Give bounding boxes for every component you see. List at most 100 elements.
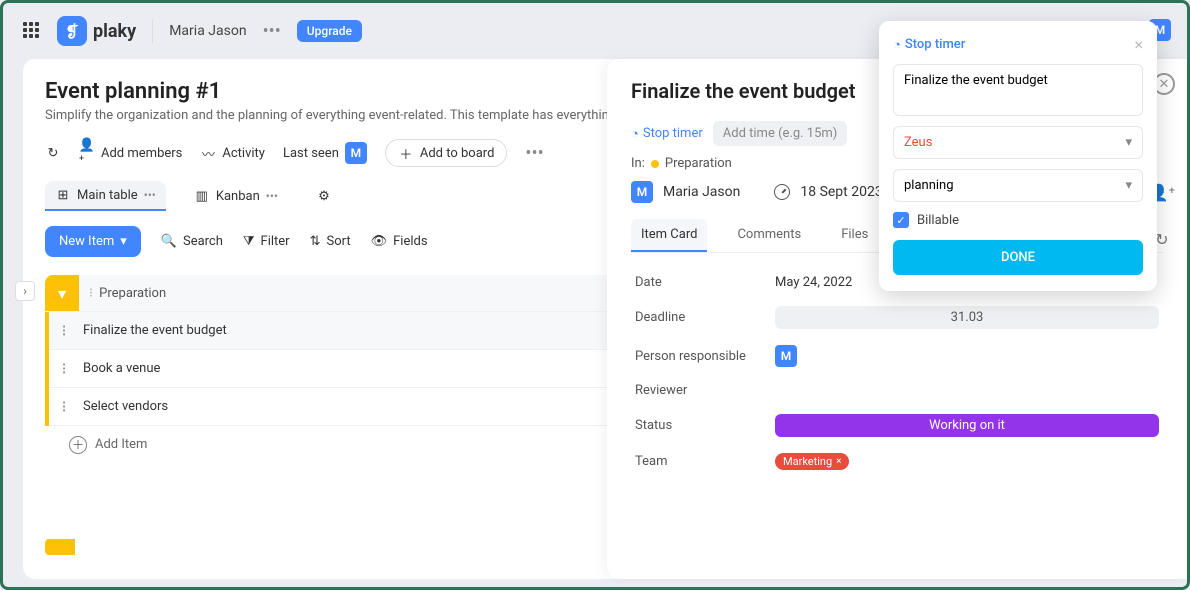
add-item-label: Add Item <box>95 437 147 452</box>
refresh-icon: ↻ <box>45 145 61 161</box>
automation-button[interactable]: ↻ <box>45 145 61 161</box>
drag-icon: ⁝ <box>89 286 93 301</box>
remove-icon[interactable]: × <box>836 456 841 467</box>
task-field[interactable]: Finalize the event budget <box>893 64 1143 116</box>
avatar: M <box>345 142 367 164</box>
view-kanban[interactable]: ▥ Kanban ••• <box>184 182 288 210</box>
assignee-name: Maria Jason <box>663 184 740 200</box>
checkbox-icon: ✓ <box>893 212 909 228</box>
kanban-icon: ▥ <box>194 188 210 204</box>
add-to-board-button[interactable]: ＋ Add to board <box>385 139 508 167</box>
tab-files[interactable]: Files <box>831 219 878 252</box>
view-main-label: Main table <box>77 188 138 203</box>
billable-label: Billable <box>917 213 959 228</box>
sort-button[interactable]: ⇅ Sort <box>310 234 351 249</box>
timer-icon: ◔ <box>631 126 639 142</box>
search-icon: 🔍 <box>161 234 177 249</box>
more-icon[interactable]: ••• <box>144 188 156 202</box>
filter-icon: ⧩ <box>243 234 255 249</box>
last-seen-label: Last seen <box>283 146 339 161</box>
prop-deadline: Deadline 31.03 <box>631 298 1163 337</box>
new-item-label: New Item <box>59 234 114 249</box>
avatar: M <box>775 345 797 367</box>
prop-value[interactable]: Marketing× <box>775 453 1159 470</box>
logo-text: plaky <box>93 21 136 42</box>
upgrade-button[interactable]: Upgrade <box>297 20 362 42</box>
filter-button[interactable]: ⧩ Filter <box>243 234 290 249</box>
drag-icon[interactable]: ⁝ <box>49 359 79 378</box>
popover-title: ◔Stop timer <box>893 37 965 53</box>
prop-team: Team Marketing× <box>631 445 1163 478</box>
activity-button[interactable]: 〰 Activity <box>200 145 265 161</box>
prop-label: Team <box>635 454 775 469</box>
new-item-button[interactable]: New Item ▾ <box>45 226 141 257</box>
tag-select[interactable]: planning▾ <box>893 169 1143 202</box>
drag-icon[interactable]: ⁝ <box>49 321 79 340</box>
plus-circle-icon: ＋ <box>69 436 87 454</box>
search-label: Search <box>183 234 223 249</box>
prop-label: Status <box>635 418 775 433</box>
sort-icon: ⇅ <box>310 234 321 249</box>
add-members-label: Add members <box>101 146 182 161</box>
logo[interactable]: ❡ plaky <box>57 16 136 46</box>
prop-label: Reviewer <box>635 383 775 398</box>
prop-person: Person responsible M <box>631 337 1163 375</box>
add-to-board-label: Add to board <box>420 146 495 161</box>
in-value: Preparation <box>665 156 732 171</box>
add-time-button[interactable]: Add time (e.g. 15m) <box>713 121 848 146</box>
timer-icon: ◔ <box>893 37 901 53</box>
table-icon: ⊞ <box>55 187 71 203</box>
prop-label: Date <box>635 275 775 290</box>
activity-icon: 〰 <box>200 145 216 161</box>
filter-label: Filter <box>261 234 290 249</box>
fields-button[interactable]: 👁 Fields <box>371 234 428 249</box>
search-button[interactable]: 🔍 Search <box>161 234 223 249</box>
chevron-down-icon: ▾ <box>120 234 127 249</box>
person-add-icon: 👤⁺ <box>79 145 95 161</box>
gear-icon: ⚙ <box>316 188 332 204</box>
chevron-down-icon: ▾ <box>1125 178 1132 193</box>
sort-label: Sort <box>326 234 350 249</box>
eye-icon: 👁 <box>371 234 388 249</box>
tab-comments[interactable]: Comments <box>727 219 811 252</box>
apps-icon[interactable] <box>23 22 41 40</box>
group-dot <box>651 160 659 168</box>
more-icon[interactable]: ••• <box>263 21 281 42</box>
view-settings[interactable]: ⚙ <box>306 182 342 210</box>
fields-label: Fields <box>393 234 427 249</box>
prop-label: Person responsible <box>635 349 775 364</box>
group-toggle[interactable]: ▾ <box>45 275 79 311</box>
prop-reviewer: Reviewer <box>631 375 1163 406</box>
divider <box>152 19 153 43</box>
prop-status: Status Working on it <box>631 406 1163 445</box>
add-members-button[interactable]: 👤⁺ Add members <box>79 145 182 161</box>
tab-item-card[interactable]: Item Card <box>631 219 707 252</box>
timer-popover: ◔Stop timer × Finalize the event budget … <box>879 21 1157 291</box>
avatar[interactable]: M <box>631 181 653 203</box>
team-badge: Marketing× <box>775 453 849 470</box>
more-icon[interactable]: ••• <box>266 189 278 203</box>
activity-label: Activity <box>222 146 265 161</box>
project-select[interactable]: Zeus▾ <box>893 126 1143 159</box>
more-icon[interactable]: ••• <box>525 143 543 164</box>
chevron-down-icon: ▾ <box>1125 135 1132 150</box>
status-badge[interactable]: Working on it <box>775 414 1159 437</box>
prop-value[interactable]: M <box>775 345 1159 367</box>
current-user[interactable]: Maria Jason <box>169 23 246 39</box>
refresh-icon[interactable]: ↻ <box>1155 230 1168 249</box>
view-kanban-label: Kanban <box>216 189 260 204</box>
collapse-button[interactable]: › <box>15 281 35 301</box>
prop-label: Deadline <box>635 310 775 325</box>
last-seen[interactable]: Last seen M <box>283 142 367 164</box>
clock-icon <box>774 184 790 200</box>
logo-icon: ❡ <box>57 16 87 46</box>
view-main-table[interactable]: ⊞ Main table ••• <box>45 181 166 211</box>
drag-icon[interactable]: ⁝ <box>49 397 79 416</box>
close-icon[interactable]: × <box>1134 35 1143 54</box>
stop-timer-link[interactable]: ◔Stop timer <box>631 126 703 142</box>
done-button[interactable]: DONE <box>893 240 1143 275</box>
billable-checkbox[interactable]: ✓ Billable <box>893 212 1143 228</box>
prop-value[interactable]: 31.03 <box>775 306 1159 329</box>
in-label: In: <box>631 156 645 171</box>
plus-icon: ＋ <box>398 145 414 161</box>
